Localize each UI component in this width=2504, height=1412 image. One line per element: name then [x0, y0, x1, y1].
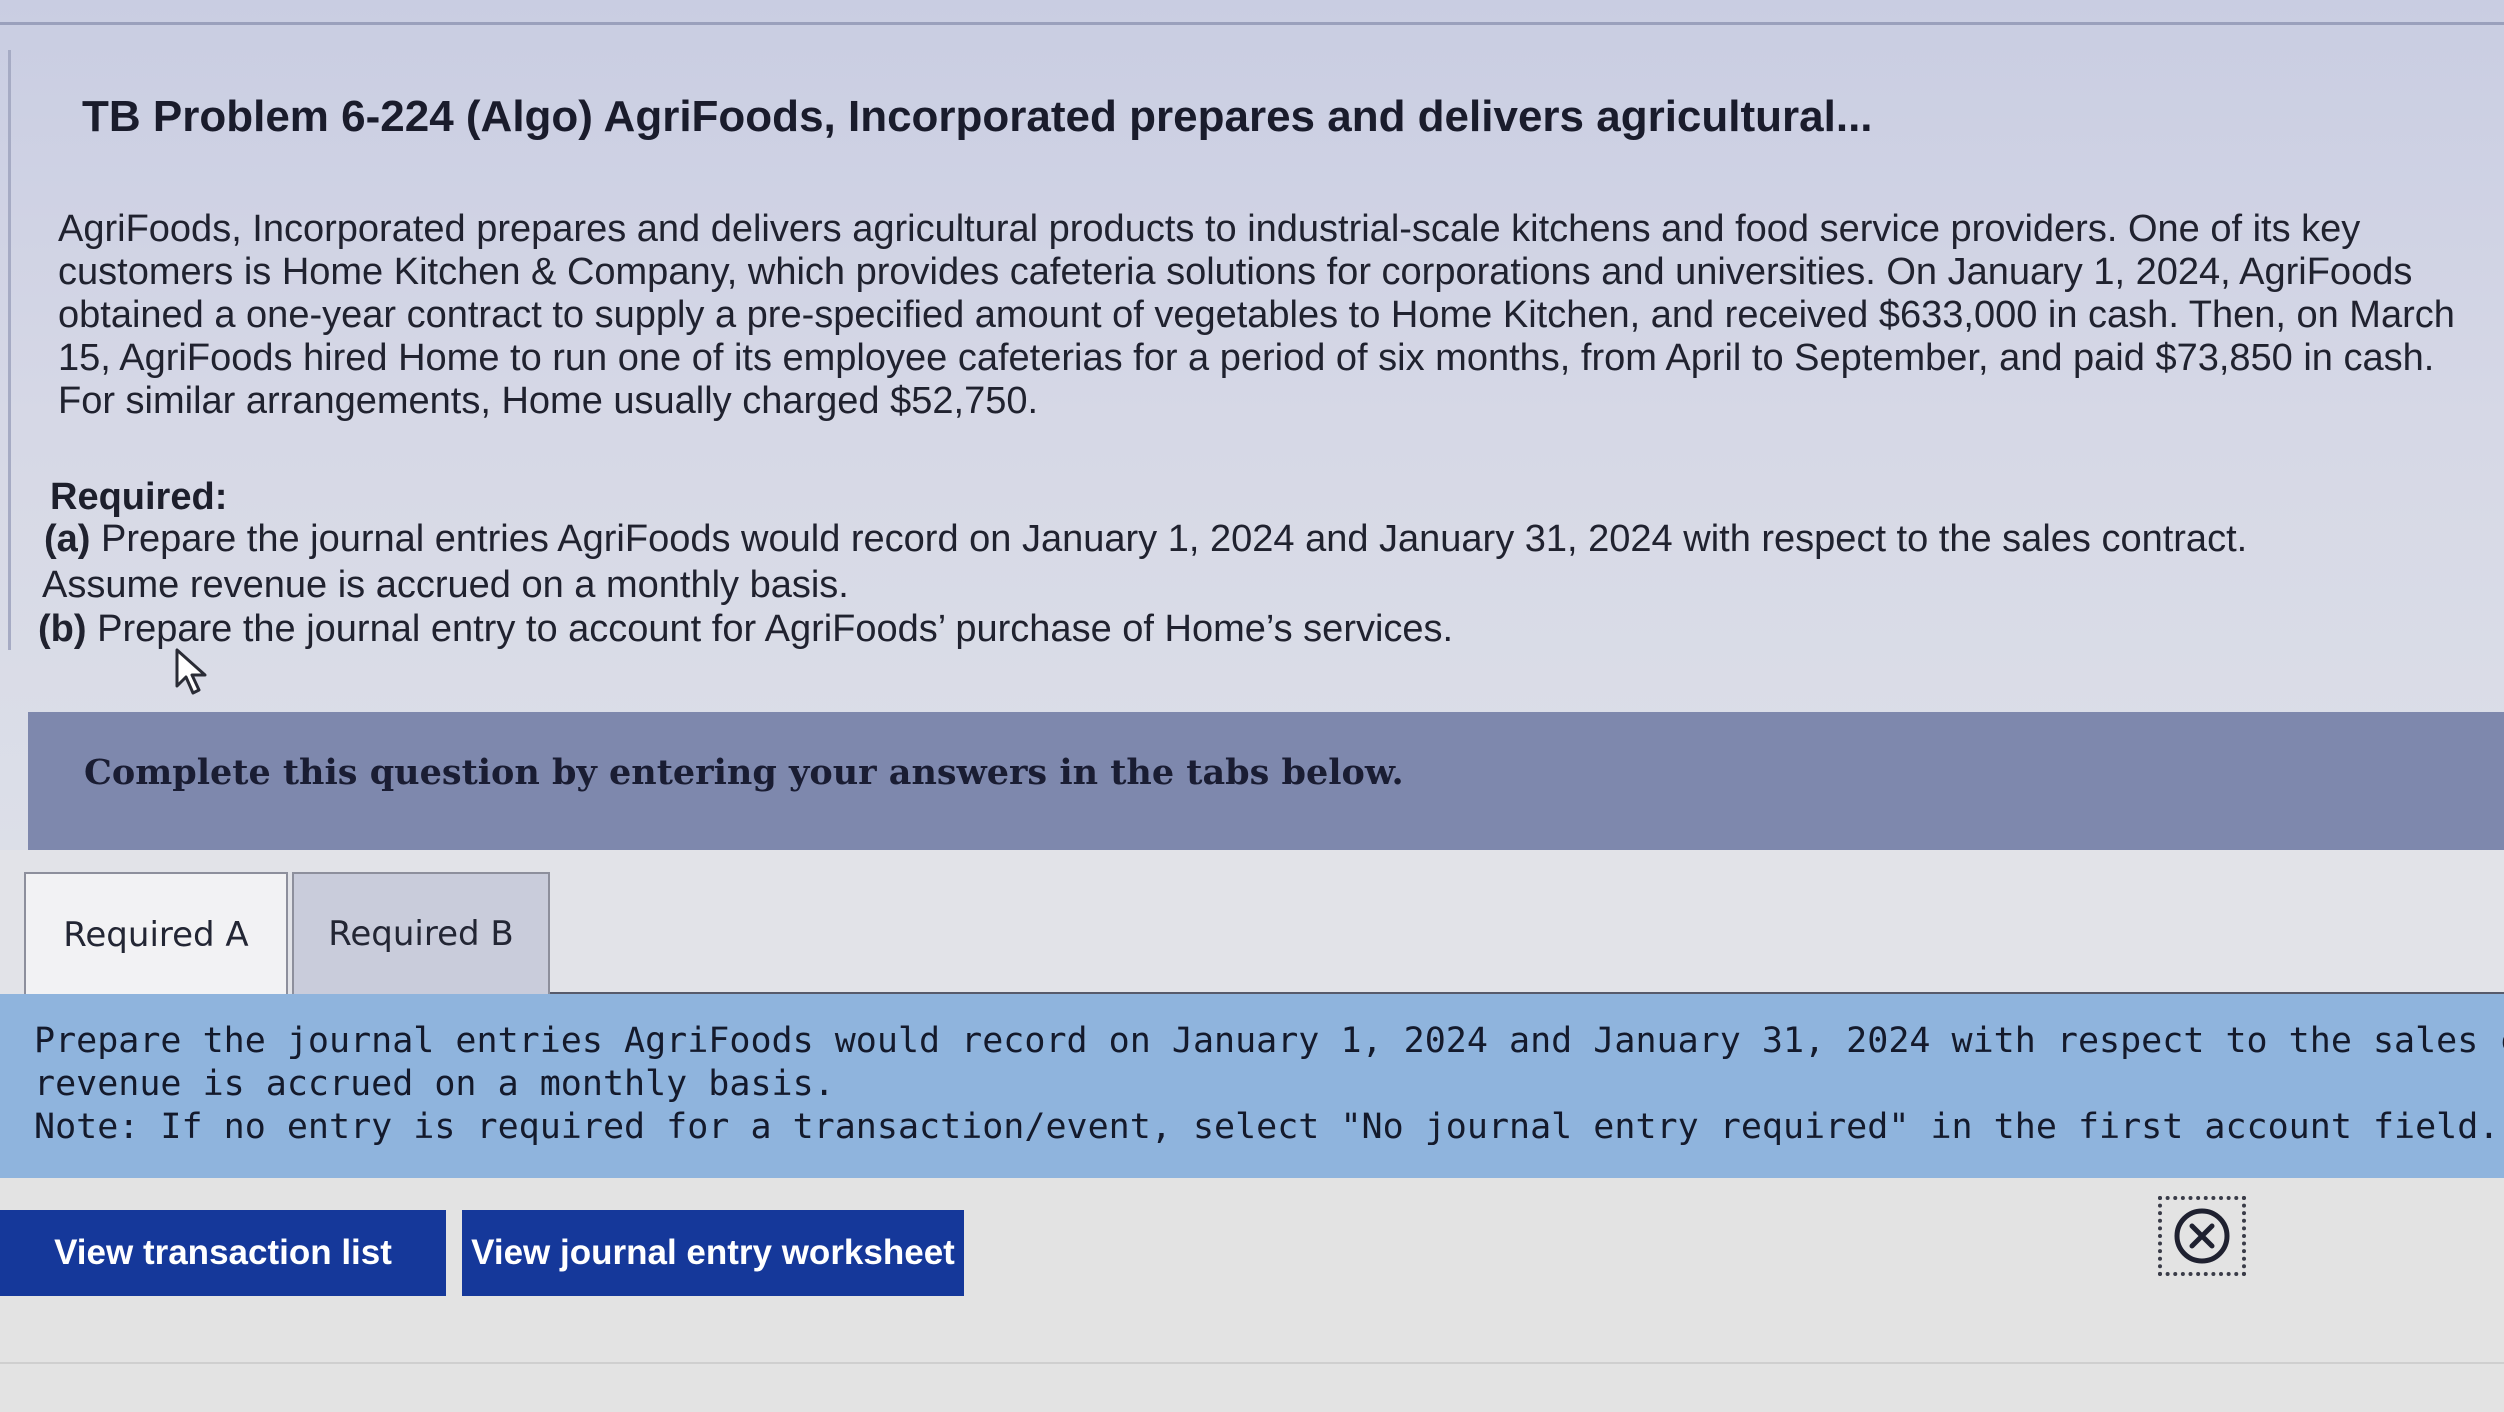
- required-a-label: (a): [44, 518, 91, 560]
- required-b-label: (b): [38, 608, 87, 650]
- view-journal-entry-worksheet-button[interactable]: View journal entry worksheet: [462, 1210, 964, 1296]
- instructions-line-2: revenue is accrued on a monthly basis.: [34, 1064, 835, 1104]
- bottom-divider: [0, 1362, 2504, 1364]
- required-heading: Required:: [50, 476, 228, 518]
- instructions-line-1: Prepare the journal entries AgriFoods wo…: [34, 1021, 2504, 1061]
- top-divider: [0, 22, 2504, 25]
- required-b: (b) Prepare the journal entry to account…: [38, 608, 1453, 651]
- tab-required-b[interactable]: Required B: [292, 872, 550, 996]
- required-a-text: Prepare the journal entries AgriFoods wo…: [101, 518, 2248, 560]
- problem-title: TB Problem 6-224 (Algo) AgriFoods, Incor…: [82, 92, 1873, 141]
- required-a: (a) Prepare the journal entries AgriFood…: [44, 518, 2247, 561]
- mouse-cursor-icon: [175, 648, 207, 695]
- page: TB Problem 6-224 (Algo) AgriFoods, Incor…: [0, 0, 2504, 1412]
- close-circle-icon: [2174, 1208, 2230, 1264]
- left-divider: [8, 50, 11, 650]
- instructions-text: Prepare the journal entries AgriFoods wo…: [34, 1020, 2504, 1149]
- view-transaction-list-button[interactable]: View transaction list: [0, 1210, 446, 1296]
- required-b-text: Prepare the journal entry to account for…: [97, 608, 1454, 650]
- banner-text: Complete this question by entering your …: [84, 752, 1404, 793]
- instructions-note: Note: If no entry is required for a tran…: [34, 1107, 2500, 1147]
- problem-text: AgriFoods, Incorporated prepares and del…: [58, 208, 2455, 422]
- close-button[interactable]: [2158, 1196, 2246, 1276]
- tab-required-a[interactable]: Required A: [24, 872, 288, 996]
- required-a-continued: Assume revenue is accrued on a monthly b…: [42, 564, 849, 606]
